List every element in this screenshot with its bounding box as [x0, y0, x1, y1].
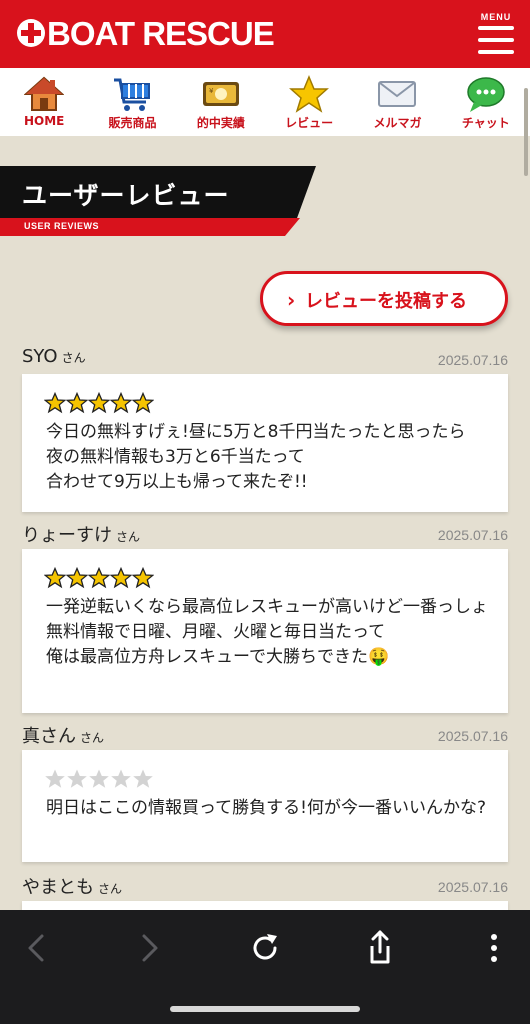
reload-icon[interactable] [245, 928, 285, 968]
nav-item-products[interactable]: 販売商品 [88, 68, 176, 136]
review-date: 2025.07.16 [437, 352, 508, 368]
nav-label: メルマガ [373, 116, 422, 130]
home-indicator[interactable] [170, 1006, 360, 1012]
forward-icon[interactable] [130, 928, 170, 968]
mail-icon [378, 81, 417, 107]
back-icon[interactable] [16, 928, 56, 968]
nav-item-home[interactable]: HOME [0, 68, 88, 136]
nav-label: 販売商品 [108, 116, 157, 130]
star-icon [289, 75, 330, 113]
star-filled-icon [66, 567, 88, 589]
reviewer-name: やまとも さん [22, 877, 123, 898]
star-empty-icon [133, 769, 153, 788]
review-text: 今日の無料すげぇ!昼に5万と8千円当たったと思ったら 夜の無料情報も3万と6千当… [46, 422, 466, 492]
star-empty-icon [45, 769, 65, 788]
icon-nav: HOME 販売商品 ¥ 的中実績 レビュー メルマガ チャット [0, 68, 530, 136]
menu-icon [478, 26, 514, 30]
review-text: 明日はここの情報買って勝負する!何が今一番いいんかな? [46, 798, 486, 818]
scrollbar[interactable] [524, 88, 528, 176]
star-empty-icon [67, 769, 87, 788]
nav-label: チャット [461, 116, 510, 130]
review-date: 2025.07.16 [437, 879, 508, 895]
star-filled-icon [110, 392, 132, 414]
site-header: BOAT RESCUE MENU [0, 0, 530, 68]
chevron-right-icon: › [287, 288, 296, 312]
review-date: 2025.07.16 [437, 728, 508, 744]
star-empty-icon [111, 769, 131, 788]
star-filled-icon [66, 392, 88, 414]
star-rating [44, 768, 154, 790]
section-subtitle: USER REVIEWS [24, 221, 100, 231]
house-icon [24, 76, 65, 111]
review-card: 今日の無料すげぇ!昼に5万と8千円当たったと思ったら 夜の無料情報も3万と6千当… [22, 374, 508, 512]
logo[interactable]: BOAT RESCUE [16, 14, 275, 54]
star-filled-icon [44, 567, 66, 589]
nav-label: レビュー [285, 116, 334, 130]
post-review-button[interactable]: › レビューを投稿する [260, 271, 508, 326]
menu-button[interactable]: MENU [476, 8, 516, 60]
logo-text: BOAT RESCUE [47, 15, 275, 52]
section-title: ユーザーレビュー [22, 181, 230, 210]
review-date: 2025.07.16 [437, 527, 508, 543]
star-filled-icon [88, 567, 110, 589]
menu-label: MENU [480, 12, 512, 22]
cart-icon [114, 78, 151, 111]
post-review-label: レビューを投稿する [305, 291, 467, 312]
section-subtitle-band: USER REVIEWS [0, 218, 300, 236]
nav-item-results[interactable]: ¥ 的中実績 [177, 68, 265, 136]
star-filled-icon [88, 392, 110, 414]
money-icon: ¥ [202, 82, 239, 106]
lifebuoy-plus-icon [16, 17, 46, 47]
nav-label: HOME [23, 114, 65, 128]
svg-text:¥: ¥ [209, 87, 214, 95]
star-rating [44, 392, 154, 414]
reviewer-name: 真さん さん [22, 726, 105, 747]
star-empty-icon [89, 769, 109, 788]
nav-item-chat[interactable]: チャット [442, 68, 530, 136]
nav-label: 的中実績 [196, 116, 245, 130]
reviewer-name: SYO さん [22, 346, 86, 367]
nav-item-mailmag[interactable]: メルマガ [353, 68, 441, 136]
star-filled-icon [110, 567, 132, 589]
review-card: 一発逆転いくなら最高位レスキューが高いけど一番っしょ 無料情報で日曜、月曜、火曜… [22, 549, 508, 713]
nav-item-reviews[interactable]: レビュー [265, 68, 353, 136]
chat-icon [467, 77, 505, 112]
share-icon[interactable] [360, 928, 400, 968]
reviewer-name: りょーすけ さん [22, 525, 141, 546]
review-card: 明日はここの情報買って勝負する!何が今一番いいんかな? [22, 750, 508, 862]
star-filled-icon [44, 392, 66, 414]
star-filled-icon [132, 392, 154, 414]
review-text: 一発逆転いくなら最高位レスキューが高いけど一番っしょ 無料情報で日曜、月曜、火曜… [46, 597, 488, 667]
star-filled-icon [132, 567, 154, 589]
more-icon[interactable] [474, 928, 514, 968]
star-rating [44, 567, 154, 589]
